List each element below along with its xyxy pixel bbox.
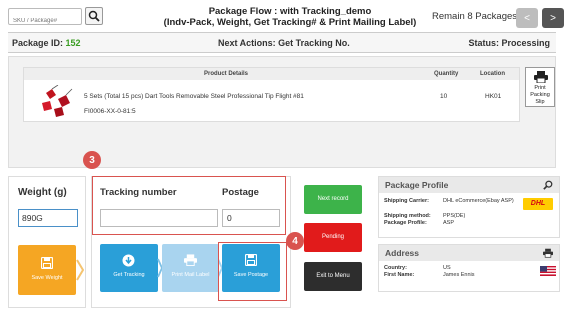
package-id-value: 152 — [65, 38, 81, 48]
address-panel: Address Country: US First Name: James En… — [378, 244, 560, 292]
search-button[interactable] — [85, 7, 103, 25]
us-flag-icon — [540, 266, 556, 276]
save-postage-highlight-box — [218, 242, 287, 301]
header-quantity: Quantity — [434, 71, 459, 77]
flow-title-main: Package Flow : with Tracking_demo — [208, 6, 372, 17]
tracking-number-input[interactable] — [100, 209, 218, 227]
postage-input[interactable]: 0 — [222, 209, 280, 227]
print-mail-label-text: Print Mail Label — [171, 272, 210, 278]
step-badge-3: 3 — [83, 151, 101, 169]
table-row[interactable]: 5 Sets (Total 15 pcs) Dart Tools Removab… — [24, 81, 519, 123]
printer-icon — [184, 254, 197, 266]
flow-title: Package Flow : with Tracking_demo (Indv-… — [150, 6, 430, 28]
step-badge-4: 4 — [286, 232, 304, 250]
dhl-logo-text: DHL — [530, 200, 546, 207]
search-icon[interactable] — [543, 180, 553, 190]
flow-title-sub: (Indv-Pack, Weight, Get Tracking# & Prin… — [163, 17, 417, 28]
package-profile-title: Package Profile — [379, 177, 559, 193]
weight-panel: Weight (g) 890G Save Weight — [8, 176, 86, 308]
print-mail-label-button[interactable]: Print Mail Label — [162, 244, 219, 292]
printer-icon — [534, 71, 548, 83]
shipping-carrier-label: Shipping Carrier: — [384, 198, 429, 204]
product-table-header: Product Details Quantity Location — [24, 68, 519, 80]
product-table: Product Details Quantity Location 5 Sets… — [23, 67, 520, 122]
printer-icon[interactable] — [543, 248, 553, 258]
product-sku: FI0006-XX-0-81:5 — [84, 108, 136, 115]
next-record-button[interactable]: Next record — [304, 185, 362, 214]
print-packing-slip-label: Print Packing Slip — [530, 85, 550, 105]
chevron-right-icon — [76, 259, 84, 281]
header-location: Location — [480, 71, 505, 77]
product-location: HK01 — [485, 93, 502, 100]
print-packing-slip-button[interactable]: Print Packing Slip — [525, 67, 555, 107]
pending-button[interactable]: Pending — [304, 223, 362, 252]
country-label: Country: — [384, 265, 407, 271]
next-package-button[interactable]: > — [542, 8, 564, 28]
first-name-label: First Name: — [384, 272, 415, 278]
top-bar: Package Flow : with Tracking_demo (Indv-… — [0, 0, 576, 32]
previous-package-button[interactable]: < — [516, 8, 538, 28]
get-tracking-label: Get Tracking — [113, 272, 145, 278]
shipping-carrier-value: DHL eCommerce(Ebay ASP) — [443, 198, 514, 204]
product-name: 5 Sets (Total 15 pcs) Dart Tools Removab… — [84, 93, 304, 100]
package-info-bar: Package ID: 152 Next Actions: Get Tracki… — [8, 32, 556, 53]
remain-packages: Remain 8 Packages — [432, 11, 518, 22]
country-value: US — [443, 265, 451, 271]
save-icon — [41, 257, 53, 269]
next-actions: Next Actions: Get Tracking No. — [218, 38, 350, 48]
package-profile-label: Package Profile: — [384, 220, 427, 226]
weight-label: Weight (g) — [18, 187, 67, 198]
exit-to-menu-button[interactable]: Exit to Menu — [304, 262, 362, 291]
weight-input[interactable]: 890G — [18, 209, 78, 227]
save-weight-label: Save Weight — [31, 275, 63, 281]
postage-label: Postage — [222, 187, 259, 198]
package-profile-panel: Package Profile Shipping Carrier: DHL eC… — [378, 176, 560, 238]
first-name-value: James Ennis — [443, 272, 475, 278]
search-input[interactable] — [9, 13, 81, 29]
package-id: Package ID: 152 — [12, 38, 81, 48]
header-product-details: Product Details — [204, 71, 249, 77]
tracking-number-label: Tracking number — [100, 187, 177, 198]
download-circle-icon — [122, 254, 135, 267]
package-status: Status: Processing — [468, 38, 550, 48]
search-box[interactable] — [8, 8, 82, 29]
product-thumbnail — [42, 85, 73, 117]
package-id-label: Package ID: — [12, 38, 64, 48]
dhl-logo: DHL — [523, 198, 553, 210]
address-title: Address — [379, 245, 559, 261]
package-profile-value: ASP — [443, 220, 455, 226]
search-icon — [88, 10, 100, 22]
save-weight-button[interactable]: Save Weight — [18, 245, 76, 295]
chevron-right-icon: > — [550, 12, 556, 24]
shipping-method-value: PPS(DE) — [443, 213, 466, 219]
shipping-method-label: Shipping method: — [384, 213, 431, 219]
get-tracking-button[interactable]: Get Tracking — [100, 244, 158, 292]
chevron-left-icon: < — [524, 12, 530, 24]
product-quantity: 10 — [440, 93, 448, 100]
